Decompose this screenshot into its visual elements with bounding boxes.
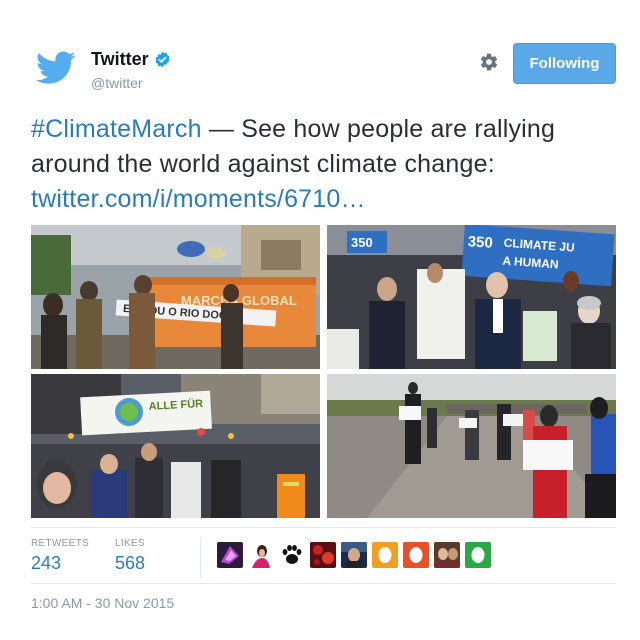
photo-1-brazil-march[interactable]: MARCHA GLOBAL EU SOU O RIO DOCE [31,225,320,369]
tweet-card: Twitter @twitter Following #ClimateMarch… [0,0,640,640]
paw-print-icon[interactable] [279,542,305,568]
tweet-text: #ClimateMarch — See how people are rally… [31,112,616,217]
retweets-count[interactable]: 243 [31,553,89,574]
twitter-bird-icon[interactable] [36,50,76,86]
retweets-stat[interactable]: RETWEETS 243 [31,538,89,574]
verified-badge-icon [155,51,170,68]
photo-2-banner-350: 350 [467,233,493,252]
likes-count[interactable]: 568 [115,553,145,574]
photo-2-image: 350 350 CLIMATE JU A HUMAN [327,225,616,369]
liker-avatar-1[interactable] [217,542,243,568]
stats-bottom-divider [31,583,616,584]
photo-4-road-march[interactable] [327,374,616,518]
account-name-text[interactable]: Twitter [91,49,149,70]
stats-separator [200,538,201,578]
account-name[interactable]: Twitter [91,49,171,70]
hashtag-link[interactable]: #ClimateMarch [31,115,202,143]
gear-icon[interactable] [479,52,499,72]
liker-avatar-4[interactable] [310,542,336,568]
stats-top-divider [31,527,616,528]
photo-2-sign-350-left: 350 [351,235,373,250]
likes-stat[interactable]: LIKES 568 [115,538,145,574]
retweets-label: RETWEETS [31,538,89,549]
moment-link[interactable]: twitter.com/i/moments/6710… [31,185,366,213]
photo-4-image [327,374,616,518]
liker-avatar-5[interactable] [341,542,367,568]
photo-2-climate-justice[interactable]: 350 350 CLIMATE JU A HUMAN [327,225,616,369]
liker-avatar-7[interactable] [403,542,429,568]
liker-avatar-2[interactable] [248,542,274,568]
tweet-timestamp[interactable]: 1:00 AM - 30 Nov 2015 [31,595,174,611]
likes-label: LIKES [115,538,145,549]
following-button[interactable]: Following [513,43,616,84]
photo-3-image: ALLE FÜR [31,374,320,518]
liker-avatars [217,542,491,568]
account-handle[interactable]: @twitter [91,75,143,91]
liker-avatar-8[interactable] [434,542,460,568]
photo-3-european-march[interactable]: ALLE FÜR [31,374,320,518]
liker-avatar-6[interactable] [372,542,398,568]
photo-1-image: MARCHA GLOBAL EU SOU O RIO DOCE [31,225,320,369]
liker-avatar-9[interactable] [465,542,491,568]
